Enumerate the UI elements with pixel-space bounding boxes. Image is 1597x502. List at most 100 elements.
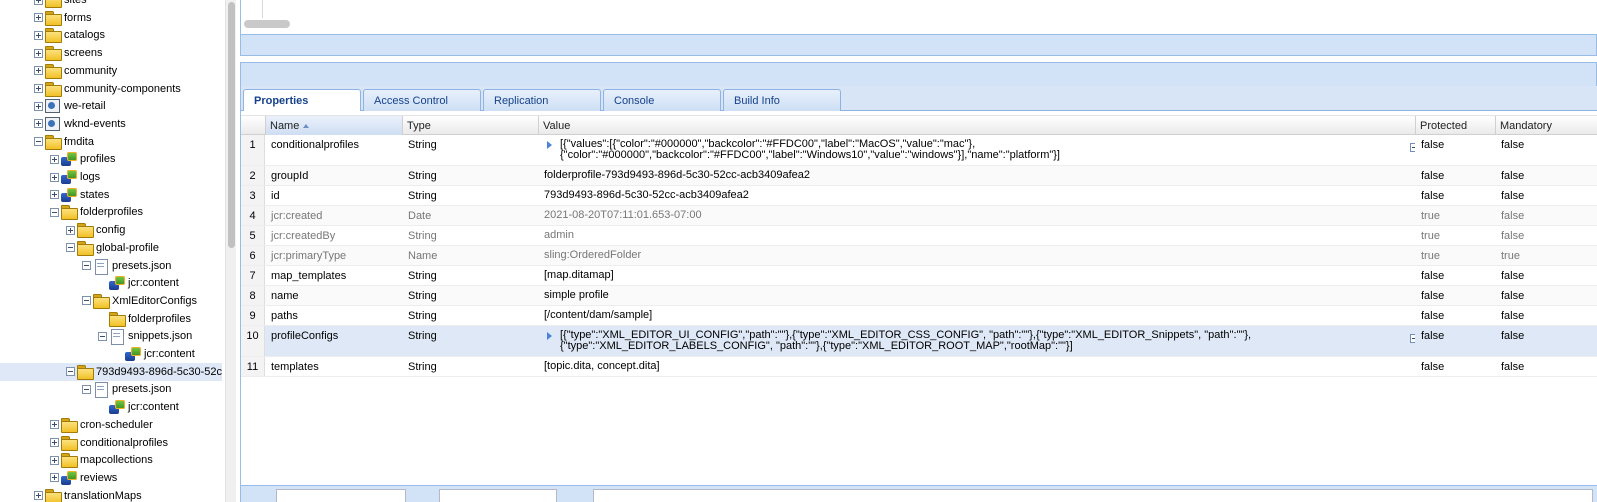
column-header-protected[interactable]: Protected xyxy=(1415,116,1495,135)
tree-node[interactable]: jcr:content xyxy=(0,398,222,416)
expand-icon[interactable] xyxy=(50,190,59,200)
tree-node[interactable]: community xyxy=(0,62,222,80)
table-row[interactable]: 4 jcr:created Date 2021-08-20T07:11:01.653-… xyxy=(241,206,1597,226)
panel-splitter[interactable] xyxy=(240,34,1597,56)
table-row[interactable]: 9 paths String [/content/dam/sample] false fa… xyxy=(241,306,1597,326)
tree-node[interactable]: screens xyxy=(0,44,222,62)
cell-value[interactable]: [topic.dita, concept.dita] xyxy=(540,357,1415,376)
collapse-value-icon[interactable] xyxy=(1410,334,1415,343)
tree-node[interactable]: logs xyxy=(0,168,222,186)
tree-node[interactable]: wknd-events xyxy=(0,115,222,133)
cell-value[interactable]: admin xyxy=(540,226,1415,245)
expand-icon[interactable] xyxy=(34,491,43,501)
editor-horizontal-scrollbar[interactable] xyxy=(244,20,290,28)
table-row[interactable]: 6 jcr:primaryType Name sling:OrderedFolder t… xyxy=(241,246,1597,266)
tree-node[interactable]: snippets.json xyxy=(0,327,222,346)
expand-icon[interactable] xyxy=(34,101,43,111)
tree-node[interactable]: community-components xyxy=(0,80,222,98)
tree-node[interactable]: config xyxy=(0,221,222,239)
table-row[interactable]: 7 map_templates String [map.ditamap] false fa… xyxy=(241,266,1597,286)
tree-node[interactable]: folderprofiles xyxy=(0,310,222,328)
tree-node-label: screens xyxy=(64,47,103,60)
column-header-type[interactable]: Type xyxy=(402,116,538,135)
cell-value[interactable]: sling:OrderedFolder xyxy=(540,246,1415,265)
tree-scrollbar[interactable] xyxy=(225,0,236,502)
tab-access-control[interactable]: Access Control xyxy=(363,89,481,111)
tree-node[interactable]: profiles xyxy=(0,150,222,168)
tree-node[interactable]: states xyxy=(0,186,222,204)
tree-node[interactable]: global-profile xyxy=(0,239,222,257)
footer-field-2[interactable] xyxy=(439,489,557,502)
collapse-icon[interactable] xyxy=(82,296,91,306)
expand-icon[interactable] xyxy=(50,438,59,447)
expand-icon[interactable] xyxy=(34,13,43,23)
cell-value[interactable]: [map.ditamap] xyxy=(540,266,1415,285)
cell-value[interactable]: simple profile xyxy=(540,286,1415,305)
footer-field-3[interactable] xyxy=(593,489,1593,502)
column-header-name[interactable]: Name xyxy=(265,116,402,135)
expand-icon[interactable] xyxy=(34,84,43,93)
collapse-icon[interactable] xyxy=(82,261,91,270)
tab-build-info[interactable]: Build Info xyxy=(723,89,841,111)
tree-node[interactable]: catalogs xyxy=(0,26,222,44)
cell-value[interactable]: folderprofile-793d9493-896d-5c30-52cc-ac… xyxy=(540,166,1415,185)
expand-value-icon[interactable] xyxy=(547,332,552,340)
cell-protected: false xyxy=(1421,290,1445,302)
expand-icon[interactable] xyxy=(34,66,43,76)
expand-icon[interactable] xyxy=(34,30,43,40)
table-row[interactable]: 8 name String simple profile false false xyxy=(241,286,1597,306)
column-header-value[interactable]: Value xyxy=(538,116,1415,135)
expand-icon[interactable] xyxy=(34,119,43,129)
tab-console[interactable]: Console xyxy=(603,89,721,111)
collapse-icon[interactable] xyxy=(34,137,43,147)
cell-value[interactable]: 2021-08-20T07:11:01.653-07:00 xyxy=(540,206,1415,225)
tree-node-label: cron-scheduler xyxy=(80,418,153,431)
footer-field-1[interactable] xyxy=(276,489,406,502)
expand-icon[interactable] xyxy=(66,225,75,235)
table-row[interactable]: 3 id String 793d9493-896d-5c30-52cc-acb3409… xyxy=(241,186,1597,206)
expand-icon[interactable] xyxy=(34,48,43,58)
tree-node[interactable]: presets.json xyxy=(0,380,222,399)
collapse-icon[interactable] xyxy=(66,367,75,377)
tab-replication[interactable]: Replication xyxy=(483,89,601,111)
tree-node[interactable]: 793d9493-896d-5c30-52c xyxy=(0,362,222,381)
cell-value[interactable]: 793d9493-896d-5c30-52cc-acb3409afea2 xyxy=(540,186,1415,205)
tree-node[interactable]: presets.json xyxy=(0,257,222,275)
collapse-icon[interactable] xyxy=(98,331,107,341)
cell-value[interactable]: [{"values":[{"color":"#000000","backcolo… xyxy=(540,135,1415,165)
collapse-icon[interactable] xyxy=(50,207,59,217)
expand-icon[interactable] xyxy=(34,0,43,5)
tree-node[interactable]: jcr:content xyxy=(0,274,222,292)
cell-value[interactable]: [{"type":"XML_EDITOR_UI_CONFIG","path":"… xyxy=(540,326,1415,356)
table-row[interactable]: 1 conditionalprofiles String [{"values":[{"… xyxy=(241,135,1597,166)
table-row[interactable]: 5 jcr:createdBy String admin true false xyxy=(241,226,1597,246)
tree-node[interactable]: reviews xyxy=(0,469,222,487)
collapse-icon[interactable] xyxy=(82,384,91,394)
expand-icon[interactable] xyxy=(50,473,59,483)
table-row[interactable]: 10 profileConfigs String [{"type":"XML_EDIT… xyxy=(241,326,1597,357)
tree-node[interactable]: cron-scheduler xyxy=(0,416,222,434)
expand-icon[interactable] xyxy=(50,455,59,465)
tree-node[interactable]: we-retail xyxy=(0,97,222,115)
tree-node[interactable]: mapcollections xyxy=(0,451,222,469)
tree-node[interactable]: jcr:content xyxy=(0,345,222,363)
expand-icon[interactable] xyxy=(50,154,59,164)
tree-node[interactable]: sites xyxy=(0,0,222,9)
tree-node[interactable]: translationMaps xyxy=(0,487,222,502)
expand-icon[interactable] xyxy=(50,172,59,182)
column-header-mandatory[interactable]: Mandatory xyxy=(1495,116,1597,135)
table-row[interactable]: 2 groupId String folderprofile-793d9493-896… xyxy=(241,166,1597,186)
collapse-value-icon[interactable] xyxy=(1410,143,1415,152)
tree-node[interactable]: XmlEditorConfigs xyxy=(0,292,222,310)
table-row[interactable]: 11 templates String [topic.dita, concept.di… xyxy=(241,357,1597,377)
tree-node[interactable]: fmdita xyxy=(0,133,222,151)
tree-node[interactable]: folderprofiles xyxy=(0,203,222,221)
tree-node[interactable]: forms xyxy=(0,9,222,27)
tree-node[interactable]: conditionalprofiles xyxy=(0,434,222,452)
tab-properties[interactable]: Properties xyxy=(243,89,361,112)
expand-icon[interactable] xyxy=(50,420,59,430)
collapse-icon[interactable] xyxy=(66,243,75,253)
expand-value-icon[interactable] xyxy=(547,141,552,149)
cell-value[interactable]: [/content/dam/sample] xyxy=(540,306,1415,325)
tree-scrollbar-thumb[interactable] xyxy=(228,2,235,248)
